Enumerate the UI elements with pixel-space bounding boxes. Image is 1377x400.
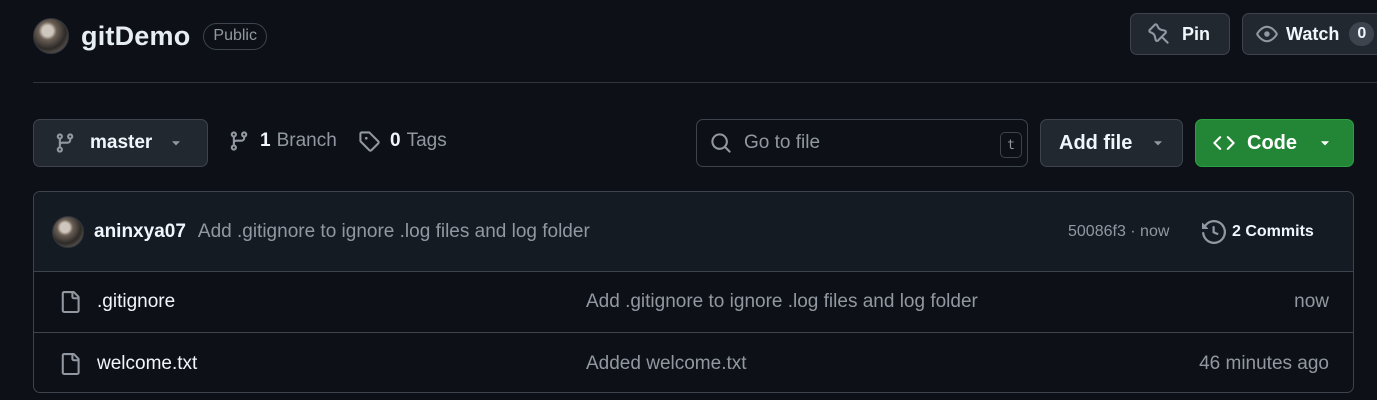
commit-author-avatar[interactable] [52, 215, 84, 248]
chevron-down-icon [1152, 137, 1164, 149]
owner-avatar[interactable] [33, 18, 69, 54]
file-name[interactable]: .gitignore [97, 291, 175, 313]
git-branch-icon [228, 130, 250, 152]
go-to-file-search[interactable]: t [696, 119, 1028, 167]
latest-commit-bar: aninxya07 Add .gitignore to ignore .log … [34, 192, 1353, 272]
chevron-down-icon [1319, 137, 1331, 149]
table-row: .gitignore Add .gitignore to ignore .log… [34, 272, 1353, 333]
pin-label: Pin [1182, 23, 1211, 44]
keyboard-shortcut-hint: t [1000, 132, 1022, 158]
branch-select-button[interactable]: master [33, 119, 208, 167]
tag-count: 0 [390, 130, 401, 151]
pin-icon [1148, 23, 1170, 45]
file-icon [59, 352, 81, 375]
eye-icon [1256, 23, 1278, 45]
watch-label: Watch [1286, 23, 1340, 44]
code-button[interactable]: Code [1195, 119, 1354, 167]
file-name[interactable]: welcome.txt [97, 353, 197, 375]
commit-hash-time[interactable]: 50086f3 · now [1068, 223, 1169, 241]
commit-count-label: 2 Commits [1232, 222, 1314, 240]
tag-label: Tags [406, 130, 447, 151]
header-actions: Pin Watch 0 [1130, 13, 1377, 55]
repo-header: gitDemo Public [33, 14, 267, 58]
branches-link[interactable]: 1 Branch [228, 130, 337, 152]
file-commit-message[interactable]: Add .gitignore to ignore .log files and … [586, 291, 978, 313]
tags-link[interactable]: 0 Tags [358, 130, 447, 152]
commits-link[interactable]: 2 Commits [1202, 219, 1314, 244]
commit-author[interactable]: aninxya07 [94, 221, 186, 243]
watch-button[interactable]: Watch 0 [1242, 13, 1377, 55]
tag-icon [358, 130, 380, 152]
file-commit-message[interactable]: Added welcome.txt [586, 353, 747, 375]
table-row: welcome.txt Added welcome.txt 46 minutes… [34, 333, 1353, 392]
branch-label: Branch [276, 130, 337, 151]
file-table: aninxya07 Add .gitignore to ignore .log … [33, 191, 1354, 393]
code-label: Code [1247, 131, 1297, 154]
go-to-file-input[interactable] [744, 132, 984, 154]
search-icon [710, 132, 732, 154]
file-commit-time: now [1294, 291, 1329, 312]
visibility-badge: Public [203, 22, 267, 50]
file-icon [59, 291, 81, 313]
chevron-down-icon [170, 137, 182, 149]
commit-message[interactable]: Add .gitignore to ignore .log files and … [198, 221, 590, 243]
history-icon [1202, 219, 1226, 244]
branch-name: master [90, 132, 153, 153]
file-commit-time: 46 minutes ago [1199, 352, 1329, 374]
header-divider [33, 82, 1377, 83]
pin-button[interactable]: Pin [1130, 13, 1230, 55]
branch-count: 1 [260, 130, 271, 151]
add-file-button[interactable]: Add file [1040, 119, 1183, 167]
code-icon [1213, 132, 1235, 154]
add-file-label: Add file [1059, 131, 1133, 154]
git-branch-icon [54, 132, 76, 154]
repo-page: gitDemo Public Pin Watch 0 master 1 Bran… [0, 0, 1377, 400]
repo-name[interactable]: gitDemo [81, 21, 190, 52]
watch-count: 0 [1349, 22, 1375, 46]
